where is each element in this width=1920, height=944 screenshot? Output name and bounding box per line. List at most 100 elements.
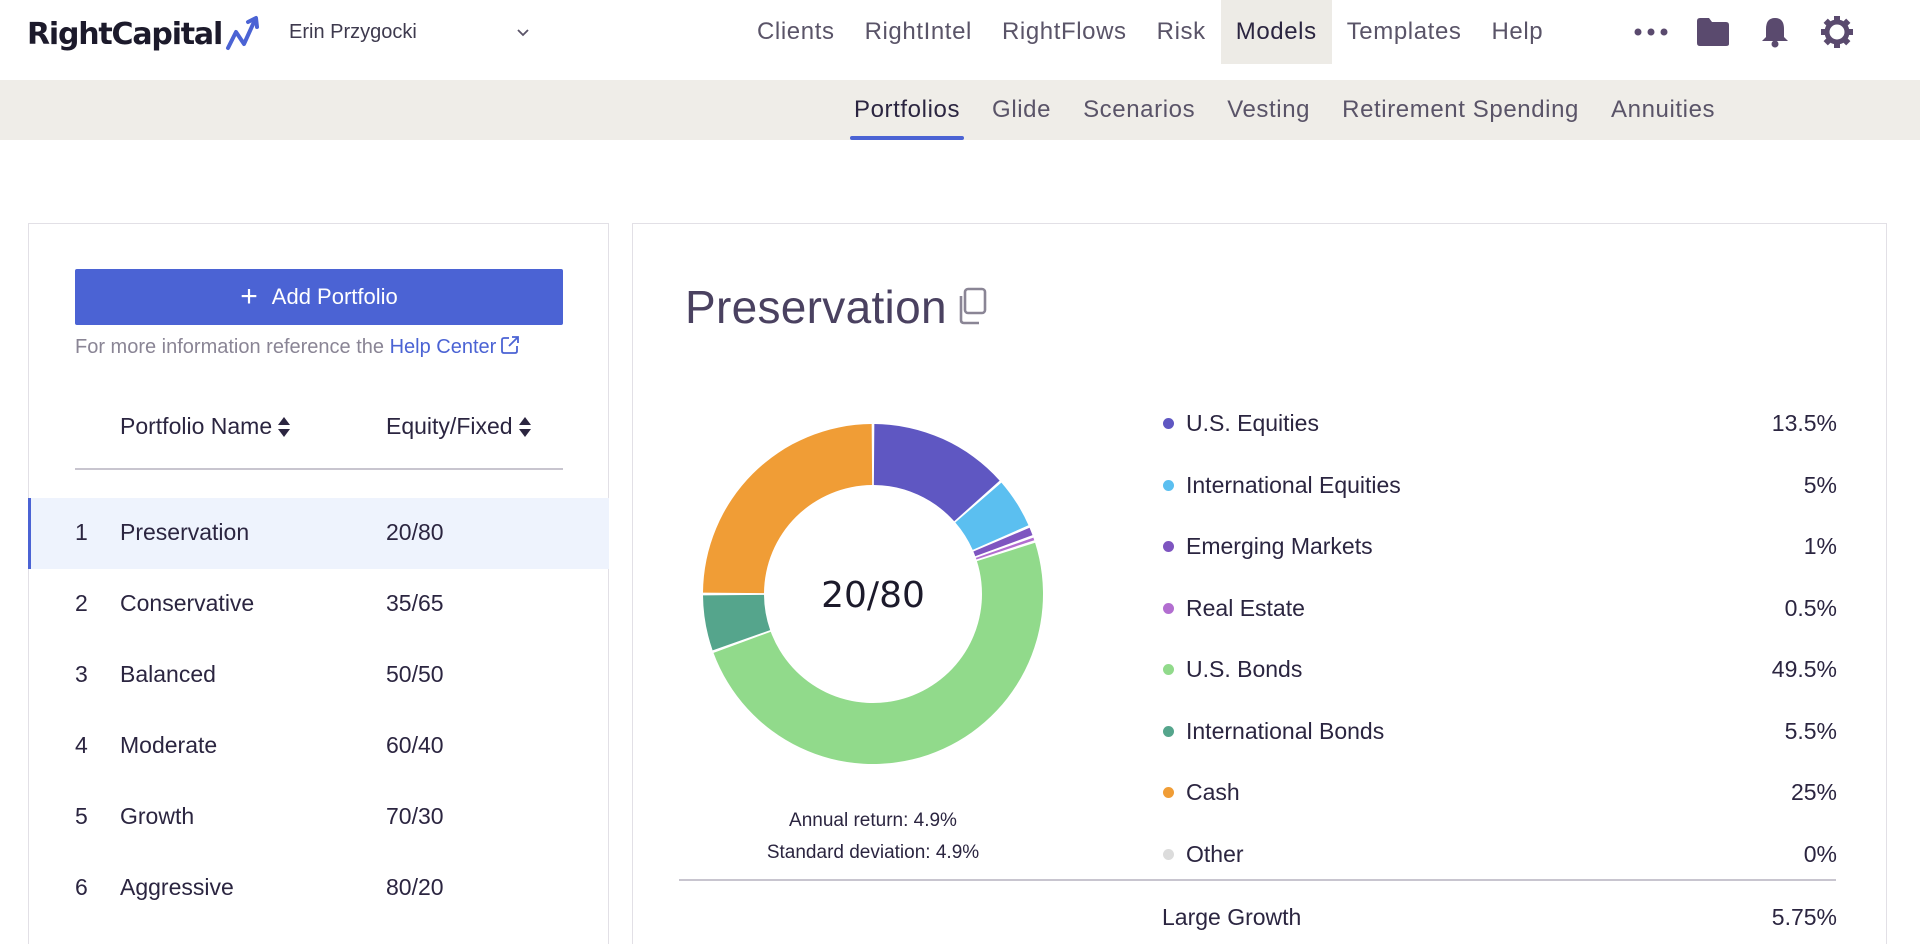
equity-fixed: 20/80 (386, 519, 444, 545)
portfolio-name: Conservative (120, 590, 255, 616)
row-number: 4 (75, 732, 88, 758)
asset-subclass-row: Large Growth 5.75% (1155, 904, 1837, 938)
tab-scenarios[interactable]: Scenarios (1067, 80, 1211, 140)
subnav-tabs: Portfolios Glide Scenarios Vesting Retir… (838, 80, 1731, 140)
copy-icon[interactable] (955, 287, 989, 325)
legend-item: Emerging Markets 1% (1155, 518, 1837, 580)
nav-rightflows[interactable]: RightFlows (987, 0, 1142, 64)
equity-fixed-header[interactable]: Equity/Fixed (386, 413, 532, 440)
equity-fixed: 60/40 (386, 732, 444, 758)
legend-value: 5.5% (1784, 717, 1837, 744)
subclass-value: 5.75% (1771, 904, 1837, 930)
legend-value: 49.5% (1771, 656, 1837, 682)
legend-item: U.S. Equities 13.5% (1155, 395, 1837, 457)
models-subnav: Portfolios Glide Scenarios Vesting Retir… (0, 80, 1920, 140)
plus-icon: + (240, 280, 258, 313)
equity-fixed: 50/50 (386, 661, 444, 687)
portfolio-table: 1 Preservation 20/80 2 Conservative 35/6… (28, 498, 609, 924)
add-portfolio-label: Add Portfolio (271, 284, 398, 309)
row-number: 3 (75, 661, 88, 687)
portfolio-name: Moderate (120, 732, 218, 758)
equity-fixed: 70/30 (386, 803, 444, 829)
legend-dot (1163, 664, 1174, 675)
equity-fixed-header-label: Equity/Fixed (386, 413, 513, 439)
allocation-donut-chart: 20/80 (703, 424, 1043, 764)
nav-rightintel[interactable]: RightIntel (850, 0, 987, 64)
donut-center-label: 20/80 (821, 575, 925, 616)
legend-value: 13.5% (1771, 410, 1837, 436)
legend-item: Other 0% (1155, 826, 1837, 888)
nav-clients[interactable]: Clients (742, 0, 850, 64)
row-number: 6 (75, 874, 88, 900)
tab-retirement-spending[interactable]: Retirement Spending (1326, 80, 1595, 140)
donut-slice-cash (703, 424, 873, 594)
legend-dot (1163, 418, 1174, 429)
row-number: 2 (75, 590, 88, 616)
portfolio-list-panel: + Add Portfolio For more information ref… (28, 223, 609, 944)
portfolio-name: Preservation (120, 519, 250, 545)
portfolio-row[interactable]: 1 Preservation 20/80 (28, 498, 609, 569)
tab-glide[interactable]: Glide (976, 80, 1067, 140)
legend-label: International Bonds (1186, 717, 1385, 744)
portfolio-row[interactable]: 4 Moderate 60/40 (29, 711, 609, 782)
legend-label: International Equities (1186, 471, 1401, 498)
portfolio-stats: Annual return: 4.9% Standard deviation: … (743, 805, 1003, 869)
portfolio-detail-panel: Preservation 20/80 Annual return: 4.9% S… (632, 223, 1887, 944)
legend-divider (679, 879, 1836, 881)
portfolio-name-header[interactable]: Portfolio Name (120, 413, 291, 440)
portfolio-name: Growth (120, 803, 195, 829)
legend-item: Cash 25% (1155, 764, 1837, 826)
nav-models[interactable]: Models (1220, 0, 1332, 64)
gear-icon[interactable] (1806, 0, 1868, 64)
header-divider (75, 468, 563, 470)
logo-text: RightCapital (27, 16, 223, 52)
portfolio-title: Preservation (685, 281, 947, 333)
client-name: Erin Przygocki (289, 20, 417, 43)
portfolio-row[interactable]: 3 Balanced 50/50 (29, 640, 609, 711)
legend-label: Other (1186, 840, 1244, 867)
equity-fixed: 35/65 (386, 590, 444, 616)
portfolio-row[interactable]: 2 Conservative 35/65 (29, 569, 609, 640)
legend-value: 1% (1803, 533, 1837, 559)
legend-value: 0.5% (1784, 594, 1837, 621)
nav-icon-group (1620, 0, 1868, 64)
portfolio-name: Aggressive (120, 874, 234, 900)
legend-label: Emerging Markets (1186, 533, 1373, 559)
main-nav: Clients RightIntel RightFlows Risk Model… (742, 0, 1558, 80)
legend-dot (1163, 725, 1174, 737)
legend-item: International Equities 5% (1155, 457, 1837, 519)
legend-label: Cash (1186, 779, 1240, 805)
portfolio-row[interactable]: 5 Growth 70/30 (29, 782, 609, 853)
sort-icon (278, 416, 291, 437)
external-link-icon[interactable] (500, 335, 520, 355)
tab-vesting[interactable]: Vesting (1211, 80, 1326, 140)
nav-help[interactable]: Help (1477, 0, 1559, 64)
portfolio-row[interactable]: 6 Aggressive 80/20 (29, 853, 609, 924)
add-portfolio-button[interactable]: + Add Portfolio (75, 269, 563, 325)
row-number: 5 (75, 803, 88, 829)
annual-return: Annual return: 4.9% (789, 810, 957, 831)
rightcapital-logo[interactable]: RightCapital (27, 12, 266, 56)
nav-templates[interactable]: Templates (1332, 0, 1477, 64)
allocation-legend: U.S. Equities 13.5% International Equities… (1155, 395, 1837, 887)
equity-fixed: 80/20 (386, 874, 444, 900)
nav-risk[interactable]: Risk (1142, 0, 1221, 64)
help-center-link[interactable]: Help Center (390, 336, 497, 358)
folder-icon[interactable] (1682, 0, 1744, 64)
tab-annuities[interactable]: Annuities (1595, 80, 1731, 140)
sort-icon (518, 416, 531, 437)
more-icon[interactable] (1620, 0, 1682, 64)
legend-value: 5% (1803, 471, 1837, 498)
legend-label: U.S. Equities (1186, 410, 1319, 436)
bell-icon[interactable] (1744, 0, 1806, 64)
legend-dot (1163, 848, 1174, 860)
legend-dot (1163, 479, 1174, 491)
chevron-down-icon (517, 29, 529, 37)
legend-label: U.S. Bonds (1186, 656, 1303, 682)
portfolio-name: Balanced (120, 661, 216, 687)
legend-label: Real Estate (1186, 594, 1305, 621)
legend-item: International Bonds 5.5% (1155, 703, 1837, 765)
legend-value: 25% (1790, 779, 1837, 805)
tab-portfolios[interactable]: Portfolios (838, 80, 976, 140)
client-selector[interactable]: Erin Przygocki (289, 16, 539, 48)
